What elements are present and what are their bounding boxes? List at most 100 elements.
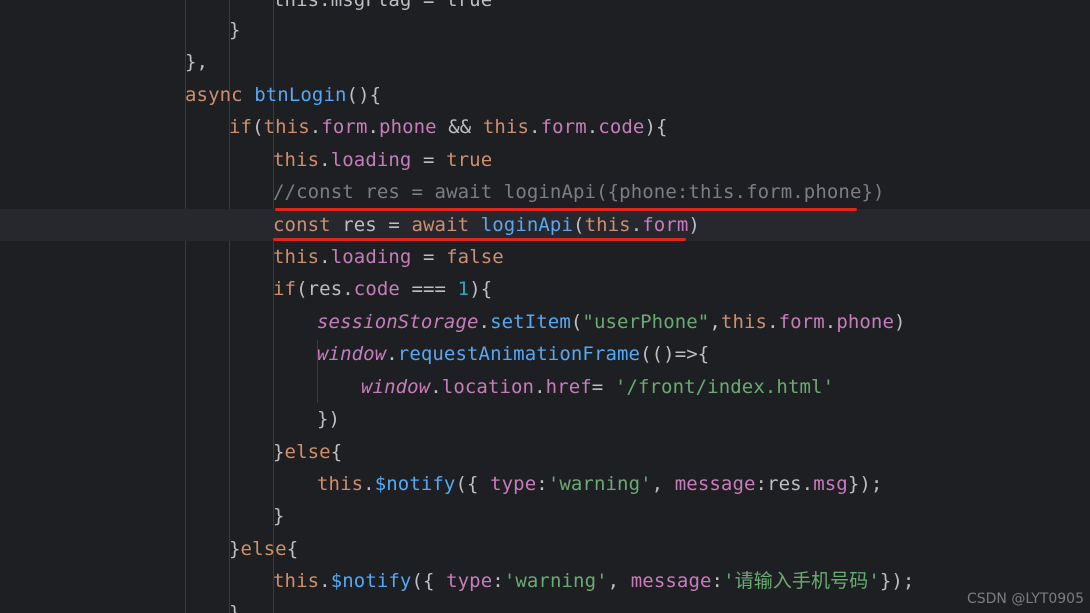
code-line[interactable]: if(res.code === 1){ <box>273 273 492 305</box>
code-token: window <box>317 343 387 365</box>
code-token: . <box>824 311 837 333</box>
code-token: href <box>545 376 592 398</box>
code-line[interactable]: window.requestAnimationFrame(()=>{ <box>317 338 709 370</box>
code-token: loading <box>330 246 412 268</box>
code-token: . <box>309 116 322 138</box>
code-token: 'warning' <box>547 473 652 495</box>
code-line[interactable]: this.$notify({ type:'warning', message:'… <box>273 565 914 597</box>
code-token: if <box>229 116 253 138</box>
code-token: res = <box>342 214 412 236</box>
code-token: . <box>586 116 599 138</box>
code-line[interactable]: }else{ <box>273 436 342 468</box>
red-underline-annotation <box>273 238 686 241</box>
code-token: this.msgFlag = true <box>273 0 493 11</box>
code-token: const <box>273 214 343 236</box>
code-token: (){ <box>346 84 382 106</box>
code-token: message <box>630 570 712 592</box>
code-line[interactable]: } <box>273 500 285 532</box>
code-token: }, <box>185 51 209 73</box>
code-token: , <box>651 473 675 495</box>
code-token: 'warning' <box>503 570 608 592</box>
code-token: ) <box>894 311 906 333</box>
code-token: async <box>185 84 255 106</box>
code-token: . <box>630 214 643 236</box>
code-token: , <box>709 311 721 333</box>
code-token: . <box>319 149 331 171</box>
code-token: = <box>411 149 447 171</box>
code-token: loginApi <box>480 214 574 236</box>
code-token: this <box>273 149 320 171</box>
code-line[interactable]: } <box>229 14 241 46</box>
code-token: false <box>446 246 504 268</box>
code-token: (()=>{ <box>640 343 710 365</box>
code-token: "userPhone" <box>582 311 710 333</box>
code-token: ) <box>688 214 700 236</box>
code-token: . <box>767 311 779 333</box>
code-line[interactable]: }) <box>317 403 340 435</box>
code-token: else <box>284 441 331 463</box>
code-token: }); <box>847 473 883 495</box>
code-token: '/front/index.html' <box>614 376 835 398</box>
code-token: . <box>478 311 491 333</box>
code-token: : <box>711 570 724 592</box>
code-token: this <box>273 246 320 268</box>
code-token: . <box>319 246 331 268</box>
code-editor[interactable]: this.msgFlag = true}}, async btnLogin(){i… <box>0 0 1090 613</box>
code-token: } <box>229 602 241 613</box>
code-token: $notify <box>374 473 456 495</box>
code-token: . <box>363 473 375 495</box>
code-line[interactable]: const res = await loginApi(this.form) <box>273 209 700 241</box>
code-line[interactable]: this.loading = true <box>273 144 492 176</box>
code-token: } <box>229 19 241 41</box>
code-line[interactable]: //const res = await loginApi({phone:this… <box>273 176 885 208</box>
code-line[interactable]: async btnLogin(){ <box>185 79 381 111</box>
code-token: btnLogin <box>254 84 347 106</box>
code-token: this <box>584 214 631 236</box>
code-token: && <box>436 116 483 138</box>
code-token: code <box>598 116 645 138</box>
code-token: await <box>411 214 481 236</box>
code-line[interactable]: }else{ <box>229 533 298 565</box>
code-line[interactable]: this.msgFlag = true <box>273 0 492 16</box>
code-token: this <box>273 570 320 592</box>
code-token: 1 <box>457 278 470 300</box>
code-token: loading <box>330 149 412 171</box>
code-line[interactable]: if(this.form.phone && this.form.code){ <box>229 111 668 143</box>
code-token: phone <box>836 311 895 333</box>
code-token: //const res = await loginApi({phone:this… <box>273 181 885 203</box>
code-token: (res. <box>296 278 354 300</box>
code-token: location <box>441 376 535 398</box>
code-token: ){ <box>644 116 668 138</box>
code-line[interactable]: this.$notify({ type:'warning', message:r… <box>317 468 882 500</box>
code-token: this <box>263 116 310 138</box>
code-token: . <box>367 116 380 138</box>
code-token: : <box>492 570 504 592</box>
code-token: type <box>490 473 537 495</box>
code-token: this <box>720 311 768 333</box>
code-token: = <box>411 246 447 268</box>
code-token: code <box>353 278 400 300</box>
code-token: setItem <box>490 311 571 333</box>
code-token: === <box>399 278 458 300</box>
code-token: this <box>482 116 530 138</box>
code-token: phone <box>379 116 437 138</box>
code-line[interactable]: this.loading = false <box>273 241 504 273</box>
code-line[interactable]: }, <box>185 46 208 78</box>
code-token: if <box>273 278 297 300</box>
code-line[interactable]: window.location.href= '/front/index.html… <box>361 371 834 403</box>
code-token: = <box>591 376 615 398</box>
code-line[interactable]: sessionStorage.setItem("userPhone",this.… <box>317 306 906 338</box>
watermark: CSDN @LYT0905 <box>966 591 1084 607</box>
code-token: true <box>446 149 493 171</box>
code-token: { <box>330 441 343 463</box>
code-token: }) <box>317 408 341 430</box>
code-token: ( <box>573 214 585 236</box>
code-token: . <box>386 343 398 365</box>
code-token: . <box>430 376 442 398</box>
code-token: : <box>536 473 548 495</box>
code-token: } <box>273 441 285 463</box>
code-token: ){ <box>469 278 493 300</box>
code-token: :res. <box>755 473 814 495</box>
code-token: form <box>778 311 825 333</box>
code-line[interactable]: } <box>229 597 241 613</box>
